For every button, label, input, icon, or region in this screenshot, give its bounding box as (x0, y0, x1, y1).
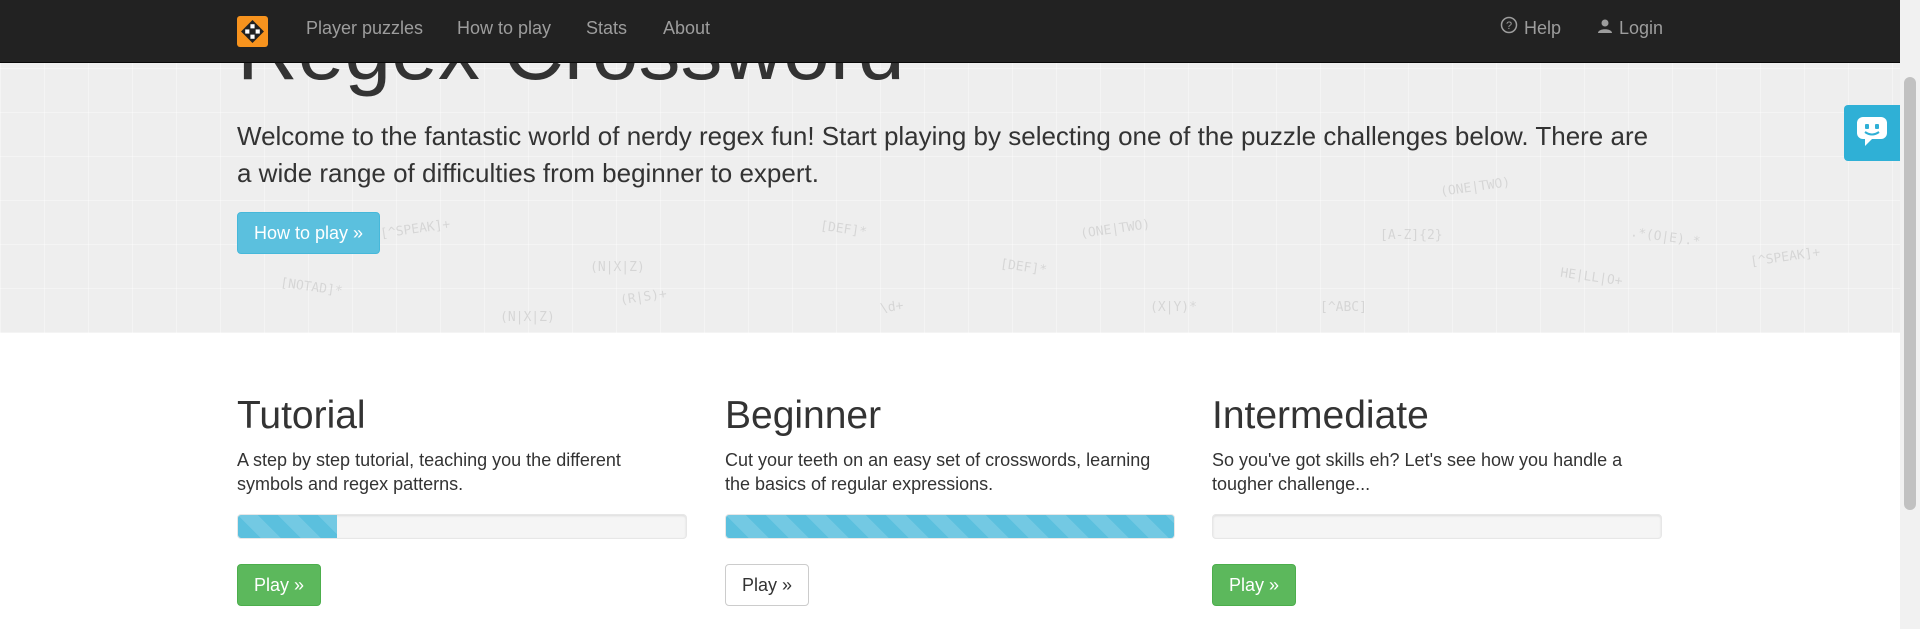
nav-how-to-play[interactable]: How to play (457, 0, 551, 57)
nav-about[interactable]: About (663, 0, 710, 57)
background-regex-glyph: [NOTAD]* (279, 275, 344, 300)
play-beginner-button[interactable]: Play » (725, 564, 810, 606)
nav-help-label: Help (1524, 18, 1562, 38)
challenge-description: Cut your teeth on an easy set of crosswo… (725, 450, 1151, 494)
challenge-progress (237, 514, 687, 539)
feedback-button[interactable] (1844, 105, 1900, 161)
background-regex-glyph: [A-Z]{2} (1380, 228, 1443, 243)
background-regex-glyph: [DEF]* (819, 218, 868, 241)
play-tutorial-button[interactable]: Play » (237, 564, 322, 606)
how-to-play-button[interactable]: How to play » (237, 212, 381, 254)
challenge-card-tutorial: Tutorial A step by step tutorial, teachi… (237, 390, 687, 606)
page-scrollbar[interactable] (1900, 0, 1920, 629)
user-icon (1597, 0, 1613, 57)
background-regex-glyph: (N|X|Z) (500, 310, 555, 325)
background-regex-glyph: (N|X|Z) (590, 260, 645, 275)
play-intermediate-button[interactable]: Play » (1212, 564, 1297, 606)
challenge-progress (1212, 514, 1662, 539)
background-regex-glyph: .*(O|E).* (1629, 225, 1702, 250)
background-regex-glyph: (R|S)+ (619, 286, 668, 309)
background-regex-glyph: HE|LL|O+ (1559, 265, 1624, 290)
challenge-title: Intermediate (1212, 394, 1429, 437)
challenge-card-intermediate: Intermediate So you've got skills eh? Le… (1212, 390, 1662, 606)
challenge-title: Tutorial (237, 394, 366, 437)
nav-login[interactable]: Login (1597, 0, 1663, 57)
nav-login-label: Login (1619, 18, 1664, 38)
scrollbar-thumb[interactable] (1904, 77, 1916, 510)
challenge-title: Beginner (725, 394, 882, 437)
chat-feedback-icon (1855, 115, 1889, 152)
challenge-progress-bar (726, 515, 1174, 538)
challenge-description: So you've got skills eh? Let's see how y… (1212, 450, 1623, 494)
svg-text:?: ? (1506, 20, 1512, 32)
background-regex-glyph: [^SPEAK]+ (379, 217, 452, 242)
background-regex-glyph: \d+ (879, 298, 905, 317)
nav-help[interactable]: ? Help (1500, 0, 1561, 57)
background-regex-glyph: [^SPEAK]+ (1749, 245, 1822, 270)
background-regex-glyph: [^ABC] (1320, 300, 1367, 315)
question-circle-icon: ? (1500, 0, 1518, 57)
challenge-progress-bar (238, 515, 337, 538)
top-navbar: Player puzzles How to play Stats About ?… (0, 0, 1900, 63)
nav-stats[interactable]: Stats (586, 0, 627, 57)
nav-player-puzzles[interactable]: Player puzzles (306, 0, 423, 57)
regex-crossword-logo-icon[interactable] (237, 16, 268, 47)
challenge-description: A step by step tutorial, teaching you th… (237, 450, 621, 494)
challenge-progress (725, 514, 1175, 539)
hero-lead-text: Welcome to the fantastic world of nerdy … (237, 121, 1649, 188)
background-regex-glyph: (ONE|TWO) (1079, 217, 1152, 242)
challenge-card-beginner: Beginner Cut your teeth on an easy set o… (725, 390, 1175, 606)
background-regex-glyph: (X|Y)* (1150, 300, 1197, 315)
background-regex-glyph: [DEF]* (999, 256, 1048, 279)
